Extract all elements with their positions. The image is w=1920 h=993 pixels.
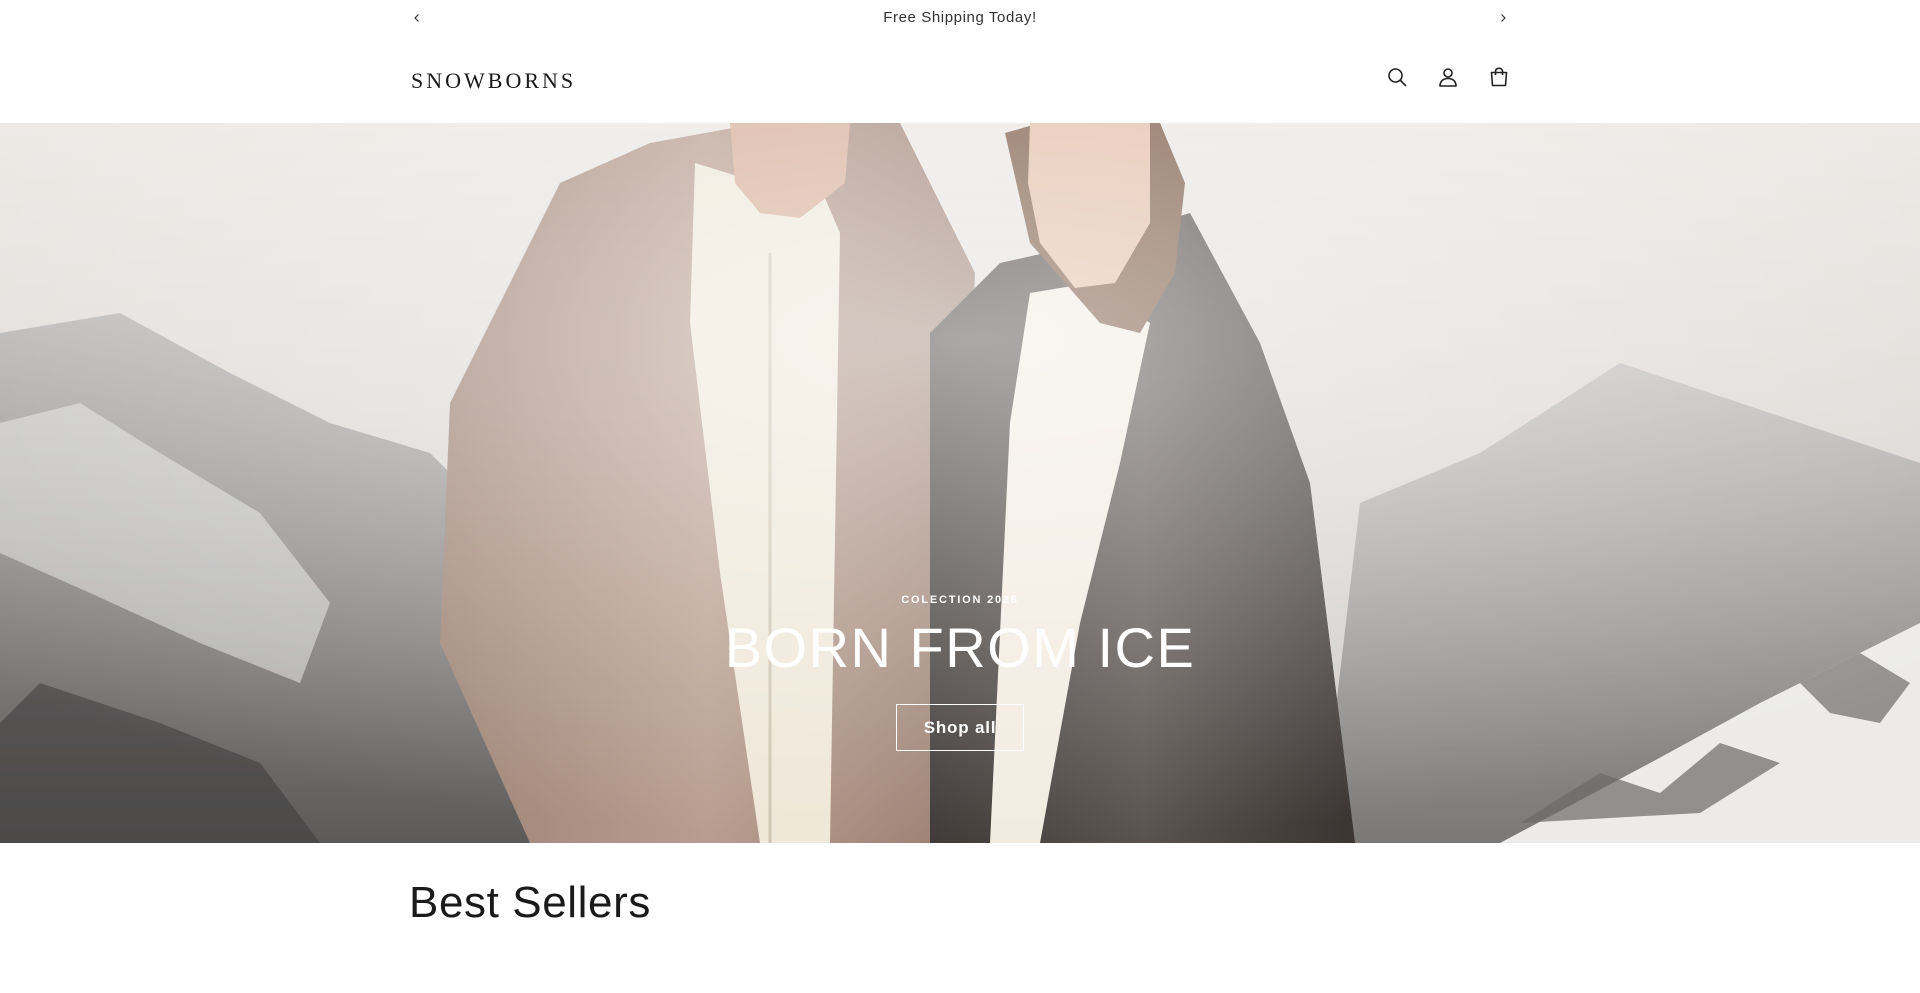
hero-banner: COLECTION 2026 BORN FROM ICE Shop all — [0, 123, 1920, 843]
site-logo[interactable]: SNOWBORNS — [411, 68, 576, 94]
account-button[interactable] — [1435, 64, 1461, 90]
cart-icon — [1490, 67, 1508, 87]
announcement-next-button[interactable] — [1493, 8, 1513, 28]
announcement-inner: Free Shipping Today! — [400, 0, 1520, 36]
cart-button[interactable] — [1486, 64, 1512, 90]
hero-content: COLECTION 2026 BORN FROM ICE Shop all — [0, 594, 1920, 751]
hero-eyebrow: COLECTION 2026 — [901, 594, 1019, 606]
search-button[interactable] — [1384, 64, 1410, 90]
account-icon — [1439, 68, 1457, 87]
shop-all-button[interactable]: Shop all — [896, 704, 1024, 751]
announcement-bar: Free Shipping Today! — [0, 0, 1920, 36]
chevron-right-icon — [1501, 14, 1506, 22]
site-header: SNOWBORNS — [0, 36, 1920, 123]
best-sellers-title: Best Sellers — [409, 878, 651, 927]
search-icon — [1388, 68, 1407, 87]
header-icons — [1384, 64, 1512, 90]
announcement-text: Free Shipping Today! — [883, 9, 1037, 26]
hero-title: BORN FROM ICE — [724, 616, 1196, 679]
